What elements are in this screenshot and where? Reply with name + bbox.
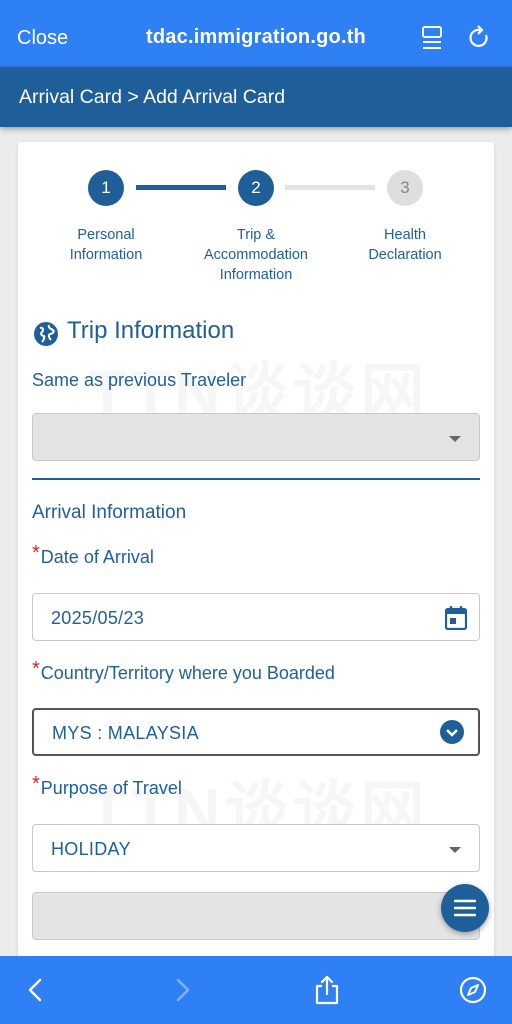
date-of-arrival-value: 2025/05/23 (51, 608, 145, 628)
chevron-left-icon[interactable] (20, 974, 52, 1006)
step-1-label: Personal Information (36, 225, 176, 265)
purpose-other-input[interactable] (32, 892, 480, 940)
hamburger-menu-icon (454, 899, 476, 917)
chevron-down-circle-icon[interactable] (440, 720, 464, 744)
same-as-previous-label: Same as previous Traveler (32, 370, 247, 390)
purpose-of-travel-value: HOLIDAY (51, 839, 131, 859)
step-2-label-line: Accommodation (204, 247, 308, 263)
section-title-text: Trip Information (67, 317, 235, 344)
step-1-circle[interactable]: 1 (88, 170, 124, 206)
step-3-label: Health Declaration (335, 225, 475, 265)
required-asterisk: * (32, 658, 40, 680)
section-divider (32, 478, 480, 480)
step-2-label-line: Trip & (236, 227, 276, 243)
date-of-arrival-label-text: Date of Arrival (40, 547, 154, 567)
step-connector-1 (136, 185, 226, 190)
step-3-label-line: Declaration (368, 247, 442, 263)
breadcrumb-text: Arrival Card > Add Arrival Card (19, 86, 286, 108)
step-2-label: Trip & Accommodation Information (186, 225, 326, 285)
date-of-arrival-input[interactable]: 2025/05/23 (32, 593, 480, 641)
chevron-down-icon (449, 436, 461, 442)
arrival-information-heading: Arrival Information (32, 502, 187, 523)
share-icon[interactable] (311, 974, 343, 1006)
country-boarded-select[interactable]: MYS : MALAYSIA (32, 708, 480, 756)
country-boarded-label-text: Country/Territory where you Boarded (40, 663, 335, 683)
country-boarded-value: MYS : MALAYSIA (52, 723, 199, 743)
step-1-label-line: Information (69, 247, 143, 263)
purpose-of-travel-label: *Purpose of Travel (32, 773, 182, 800)
step-1-label-line: Personal (77, 227, 135, 243)
form-card: 1 2 3 Personal Information Trip & Accomm… (18, 142, 494, 972)
step-connector-2 (285, 185, 375, 190)
purpose-of-travel-select[interactable]: HOLIDAY (32, 824, 480, 872)
step-2-circle[interactable]: 2 (238, 170, 274, 206)
calendar-icon[interactable] (445, 606, 467, 630)
compass-icon[interactable] (457, 974, 489, 1006)
country-boarded-label: *Country/Territory where you Boarded (32, 658, 335, 685)
date-of-arrival-label: *Date of Arrival (32, 542, 154, 569)
chevron-down-icon (449, 847, 461, 853)
browser-top-bar: Close tdac.immigration.go.th (0, 0, 512, 67)
breadcrumb: Arrival Card > Add Arrival Card (0, 67, 512, 127)
reload-icon[interactable] (466, 24, 494, 52)
browser-bottom-bar (0, 956, 512, 1024)
step-3-circle[interactable]: 3 (387, 170, 423, 206)
floating-menu-button[interactable] (441, 884, 489, 932)
globe-icon (34, 322, 58, 346)
chevron-right-icon[interactable] (166, 974, 198, 1006)
step-3-label-line: Health (384, 227, 426, 243)
required-asterisk: * (32, 773, 40, 795)
same-as-previous-select[interactable] (32, 413, 480, 461)
step-2-label-line: Information (219, 267, 293, 283)
reader-mode-icon[interactable] (420, 25, 448, 53)
required-asterisk: * (32, 542, 40, 564)
purpose-of-travel-label-text: Purpose of Travel (40, 778, 182, 798)
